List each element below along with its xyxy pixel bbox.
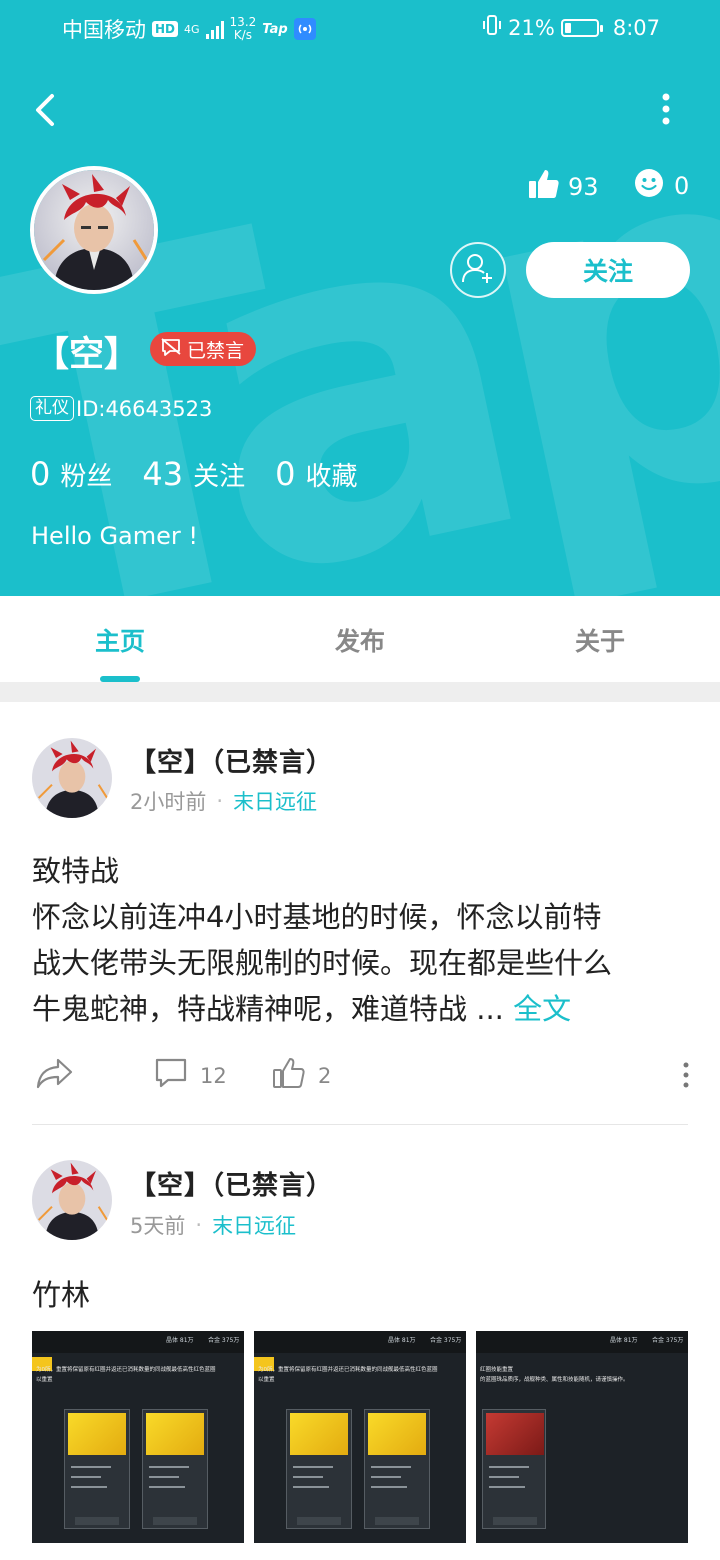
status-bar: 中国移动 HD 4G 13.2 K/s Tap 21% 8:07 bbox=[0, 0, 720, 56]
post-body-line: 战大佬带头无限舰制的时候。现在都是些什么 bbox=[32, 946, 613, 980]
thumbs-up-icon bbox=[528, 168, 560, 206]
like-button[interactable]: 2 bbox=[272, 1056, 331, 1095]
count-label: 关注 bbox=[193, 462, 246, 492]
count-label: 粉丝 bbox=[60, 462, 113, 492]
post-game-link[interactable]: 末日远征 bbox=[233, 786, 317, 816]
user-id: ID:46643523 bbox=[76, 396, 213, 421]
profile-header: TapTap 中国移动 HD 4G 13.2 K/s Tap 21% 8:07 … bbox=[0, 0, 720, 596]
network-speed: 13.2 K/s bbox=[230, 16, 257, 42]
muted-chat-icon bbox=[160, 337, 182, 362]
resource-label: 晶体 81万 bbox=[388, 1337, 416, 1344]
signal-icon bbox=[205, 19, 224, 39]
speed-value: 13.2 bbox=[229, 15, 257, 29]
etiquette-tag[interactable]: 礼仪 bbox=[30, 396, 74, 421]
speed-unit: K/s bbox=[233, 28, 252, 42]
post-author-name[interactable]: 【空】（已禁言） bbox=[130, 742, 333, 779]
post-body-line: 牛鬼蛇神，特战精神呢，难道特战 ... 全文 bbox=[32, 986, 692, 1032]
resource-label: 晶体 81万 bbox=[610, 1337, 638, 1344]
resource-label: 合金 375万 bbox=[430, 1337, 462, 1344]
post-image-grid: 晶体 81万 合金 375万 为0所，重置将保留原有红圈并返还已消耗数量的同战舰… bbox=[32, 1331, 688, 1543]
profile-counts: 0 粉丝 43 关注 0 收藏 bbox=[30, 455, 387, 493]
post-body-text: 牛鬼蛇神，特战精神呢，难道特战 bbox=[32, 992, 468, 1026]
ellipsis: ... bbox=[467, 992, 514, 1026]
meta-separator: · bbox=[216, 789, 224, 813]
share-button[interactable] bbox=[36, 1056, 74, 1095]
back-arrow-icon bbox=[28, 94, 68, 136]
post-title[interactable]: 竹林 bbox=[32, 1272, 90, 1314]
battery-percent: 21% bbox=[508, 15, 555, 40]
banned-badge: 已禁言 bbox=[150, 332, 257, 366]
following-count[interactable]: 43 关注 bbox=[142, 455, 245, 493]
smiles-stat: 0 bbox=[634, 168, 689, 204]
comment-icon bbox=[154, 1056, 188, 1095]
network-type: 4G bbox=[184, 22, 200, 36]
count-label: 收藏 bbox=[305, 462, 358, 492]
resource-label: 晶体 81万 bbox=[166, 1337, 194, 1344]
count-number: 43 bbox=[142, 455, 184, 493]
battery-icon bbox=[560, 18, 603, 37]
back-button[interactable] bbox=[28, 88, 68, 132]
comment-count: 12 bbox=[200, 1063, 227, 1088]
post-meta: 5天前 · 末日远征 bbox=[130, 1210, 296, 1240]
post-author-name[interactable]: 【空】（已禁言） bbox=[130, 1165, 333, 1202]
post-avatar[interactable] bbox=[32, 738, 112, 818]
followers-count[interactable]: 0 粉丝 bbox=[30, 455, 112, 493]
hotspot-icon bbox=[293, 18, 316, 40]
carrier-name: 中国移动 bbox=[62, 18, 146, 42]
taptap-notification: Tap bbox=[262, 21, 288, 37]
vibrate-icon bbox=[482, 14, 502, 41]
resource-label: 合金 375万 bbox=[208, 1337, 240, 1344]
hd-badge: HD bbox=[152, 21, 179, 37]
post-time: 5天前 bbox=[130, 1214, 186, 1238]
section-divider bbox=[0, 682, 720, 702]
post-image[interactable]: 晶体 81万 合金 375万 为0所，重置将保留原有红圈并返还已消耗数量的同战舰… bbox=[254, 1331, 466, 1543]
read-full-text-link[interactable]: 全文 bbox=[513, 992, 571, 1026]
image-description: 为0所，重置将保留原有红圈并返还已消耗数量的同战舰最低高性红色蓝圈 以重置 bbox=[258, 1367, 438, 1383]
brand-watermark: TapTap bbox=[0, 0, 720, 596]
post-body[interactable]: 怀念以前连冲4小时基地的时候，怀念以前特 战大佬带头无限舰制的时候。现在都是些什… bbox=[32, 894, 692, 1032]
clock-time: 8:07 bbox=[612, 15, 660, 40]
thumbs-up-icon bbox=[272, 1056, 306, 1095]
post-title[interactable]: 致特战 bbox=[32, 848, 119, 890]
post-actions: 12 2 bbox=[32, 1056, 692, 1100]
image-description: 红圈技能重置 的蓝圈珠品质序，战舰种类、属性和技能随机，请谨慎操作。 bbox=[480, 1367, 629, 1383]
post-divider bbox=[32, 1124, 688, 1125]
count-number: 0 bbox=[275, 455, 296, 493]
meta-separator: · bbox=[195, 1213, 203, 1237]
post-meta: 2小时前 · 末日远征 bbox=[130, 786, 317, 816]
post-image[interactable]: 晶体 81万 合金 375万 红圈技能重置 的蓝圈珠品质序，战舰种类、属性和技能随… bbox=[476, 1331, 688, 1543]
post-time: 2小时前 bbox=[130, 790, 207, 814]
profile-bio: Hello Gamer ! bbox=[31, 522, 199, 550]
favorites-count[interactable]: 0 收藏 bbox=[275, 455, 357, 493]
vertical-dots-icon bbox=[680, 1062, 692, 1094]
profile-avatar[interactable] bbox=[30, 166, 158, 294]
tab-posts[interactable]: 发布 bbox=[240, 596, 480, 682]
post-avatar[interactable] bbox=[32, 1160, 112, 1240]
profile-tabs: 主页 发布 关于 bbox=[0, 596, 720, 682]
count-number: 0 bbox=[30, 455, 51, 493]
add-friend-button[interactable] bbox=[450, 242, 506, 298]
share-icon bbox=[36, 1056, 74, 1095]
add-user-icon bbox=[461, 251, 495, 289]
likes-stat: 93 bbox=[528, 168, 599, 206]
like-count: 2 bbox=[318, 1063, 332, 1088]
image-description: 为0所，重置将保留原有红圈并返还已消耗数量的同战舰最低高性红色蓝圈 以重置 bbox=[36, 1367, 216, 1383]
profile-username: 【空】 bbox=[34, 335, 140, 375]
resource-label: 合金 375万 bbox=[652, 1337, 684, 1344]
more-options-button[interactable] bbox=[652, 90, 680, 130]
post-game-link[interactable]: 末日远征 bbox=[212, 1210, 296, 1240]
comment-button[interactable]: 12 bbox=[154, 1056, 227, 1095]
follow-button[interactable]: 关注 bbox=[526, 242, 690, 298]
user-id-row: 礼仪 ID:46643523 bbox=[30, 396, 212, 421]
tab-home[interactable]: 主页 bbox=[0, 596, 240, 682]
post-body-line: 怀念以前连冲4小时基地的时候，怀念以前特 bbox=[32, 900, 602, 934]
smiles-count: 0 bbox=[674, 172, 690, 200]
post-image[interactable]: 晶体 81万 合金 375万 为0所，重置将保留原有红圈并返还已消耗数量的同战舰… bbox=[32, 1331, 244, 1543]
tab-about[interactable]: 关于 bbox=[480, 596, 720, 682]
vertical-dots-icon bbox=[652, 93, 680, 134]
likes-count: 93 bbox=[568, 173, 599, 201]
banned-label: 已禁言 bbox=[187, 339, 245, 362]
post-more-button[interactable] bbox=[680, 1060, 692, 1094]
smiley-icon bbox=[634, 168, 664, 204]
